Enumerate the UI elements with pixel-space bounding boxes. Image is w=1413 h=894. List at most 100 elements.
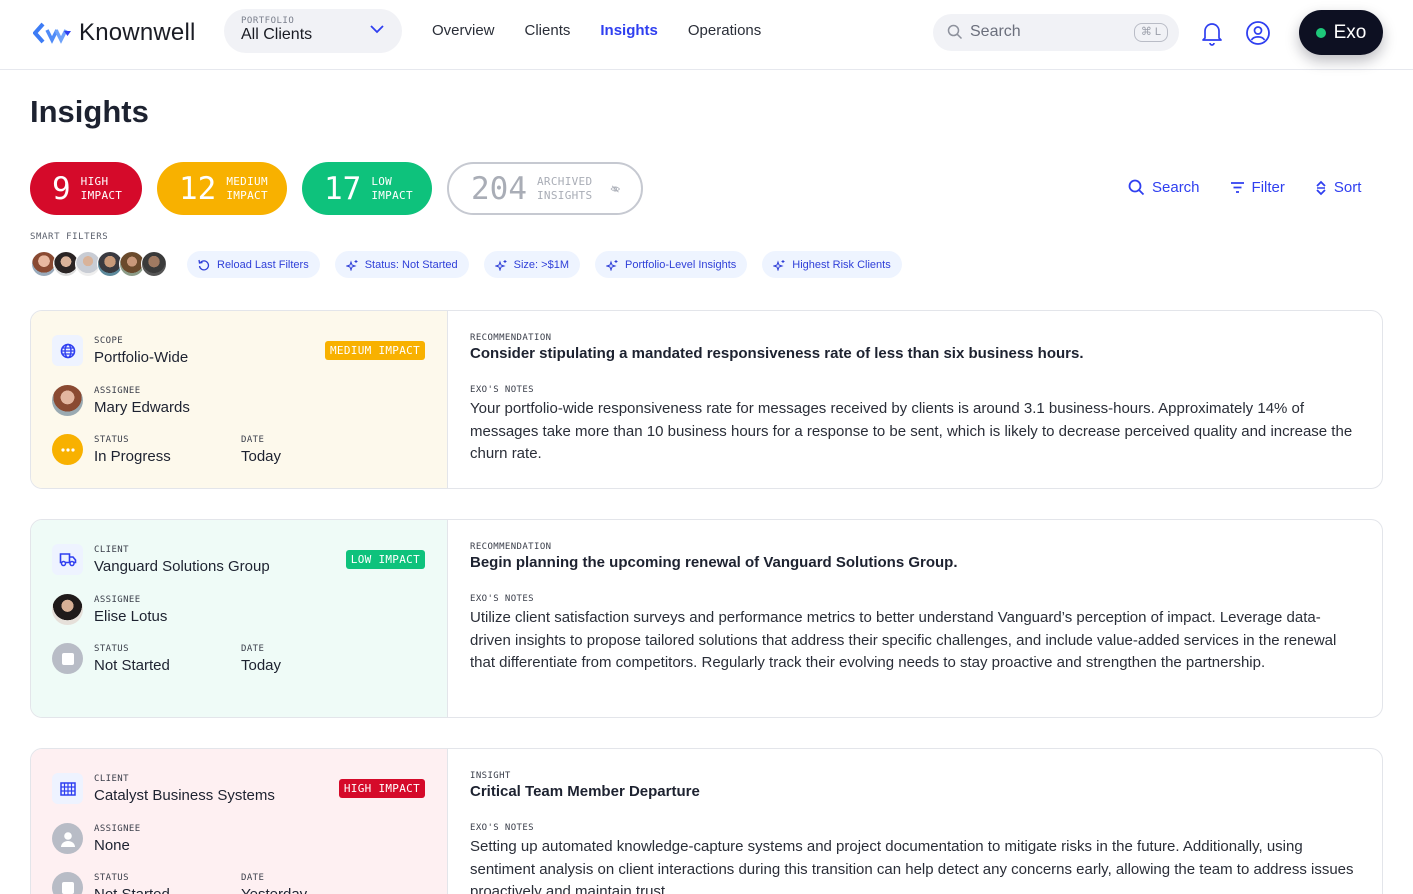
high-impact-pill[interactable]: 9 HIGHIMPACT [30, 162, 142, 215]
archived-count: 204 [471, 171, 527, 207]
in-progress-status-icon [52, 434, 83, 465]
status-label: STATUS [94, 873, 170, 883]
search-shortcut-hint: ⌘ L [1134, 23, 1168, 42]
low-impact-label: LOWIMPACT [371, 175, 413, 203]
nav-operations[interactable]: Operations [688, 22, 761, 39]
medium-impact-pill[interactable]: 12 MEDIUMIMPACT [157, 162, 287, 215]
page-title: Insights [30, 94, 149, 130]
filter-button[interactable]: Filter [1230, 179, 1285, 196]
assignee-label: ASSIGNEE [94, 386, 190, 396]
status-label: STATUS [94, 644, 170, 654]
reload-icon [198, 259, 210, 271]
exo-notes-text: Setting up automated knowledge-capture s… [470, 836, 1360, 894]
assignee-name[interactable]: None [94, 837, 141, 854]
insight-card-meta: CLIENT Vanguard Solutions Group LOW IMPA… [31, 520, 448, 717]
avatar[interactable] [141, 251, 167, 277]
assignee-name[interactable]: Elise Lotus [94, 608, 167, 625]
global-search[interactable]: ⌘ L [933, 14, 1179, 51]
date-label: DATE [241, 435, 281, 445]
medium-impact-label: MEDIUMIMPACT [226, 175, 268, 203]
status-value[interactable]: In Progress [94, 448, 171, 465]
date-label: DATE [241, 873, 307, 883]
recommendation-label: RECOMMENDATION [470, 333, 1360, 343]
globe-icon [60, 343, 76, 359]
low-impact-count: 17 [324, 171, 361, 207]
exo-notes-text: Utilize client satisfaction surveys and … [470, 607, 1360, 675]
scope-label: SCOPE [94, 336, 188, 346]
sparkle-icon [495, 259, 507, 271]
exo-notes-label: EXO'S NOTES [470, 823, 1360, 833]
recommendation-text: Consider stipulating a mandated responsi… [470, 345, 1360, 362]
client-name[interactable]: Vanguard Solutions Group [94, 558, 270, 575]
top-navigation-bar: Knownwell PORTFOLIO All Clients Overview… [0, 0, 1413, 70]
archived-insights-pill[interactable]: 204 ARCHIVEDINSIGHTS [447, 162, 643, 215]
brand-name: Knownwell [79, 19, 196, 47]
nav-insights[interactable]: Insights [600, 22, 658, 39]
smart-filters-label: SMART FILTERS [30, 232, 108, 242]
insight-card[interactable]: CLIENT Catalyst Business Systems HIGH IM… [30, 748, 1383, 894]
eye-off-icon [610, 181, 621, 197]
insight-card-content: INSIGHT Critical Team Member Departure E… [448, 749, 1382, 894]
scope-icon-box [52, 335, 83, 366]
insight-card-meta: SCOPE Portfolio-Wide MEDIUM IMPACT ASSIG… [31, 311, 448, 488]
portfolio-selector[interactable]: PORTFOLIO All Clients [224, 9, 402, 53]
filter-icon [1230, 181, 1245, 194]
chevron-down-icon [370, 24, 384, 34]
search-icon [1128, 179, 1145, 196]
smart-filter-size[interactable]: Size: >$1M [484, 251, 580, 278]
insight-title: Critical Team Member Departure [470, 783, 1360, 800]
insight-card-content: RECOMMENDATION Begin planning the upcomi… [448, 520, 1382, 717]
sparkle-icon [346, 259, 358, 271]
nav-clients[interactable]: Clients [525, 22, 571, 39]
smart-filter-portfolio-level[interactable]: Portfolio-Level Insights [595, 251, 747, 278]
smart-filter-highest-risk[interactable]: Highest Risk Clients [762, 251, 901, 278]
insight-card[interactable]: SCOPE Portfolio-Wide MEDIUM IMPACT ASSIG… [30, 310, 1383, 489]
search-button[interactable]: Search [1128, 179, 1200, 196]
smart-filter-status-not-started[interactable]: Status: Not Started [335, 251, 469, 278]
sort-button[interactable]: Sort [1315, 179, 1362, 196]
insight-card-content: RECOMMENDATION Consider stipulating a ma… [448, 311, 1382, 488]
scope-value: Portfolio-Wide [94, 349, 188, 366]
insight-label: INSIGHT [470, 771, 1360, 781]
brand-logo[interactable]: Knownwell [33, 19, 196, 47]
list-tools: Search Filter Sort [1128, 179, 1361, 196]
insight-card-meta: CLIENT Catalyst Business Systems HIGH IM… [31, 749, 448, 894]
default-user-avatar-icon [52, 823, 83, 854]
status-value[interactable]: Not Started [94, 886, 170, 894]
date-value: Today [241, 448, 281, 465]
global-search-input[interactable] [970, 23, 1120, 41]
impact-badge: LOW IMPACT [346, 550, 425, 569]
scope-label: CLIENT [94, 545, 270, 555]
not-started-status-icon [52, 643, 83, 674]
scope-icon-box [52, 773, 83, 804]
scope-label: CLIENT [94, 774, 275, 784]
exo-label: Exo [1334, 22, 1367, 44]
impact-badge: HIGH IMPACT [339, 779, 425, 798]
nav-overview[interactable]: Overview [432, 22, 495, 39]
date-value: Today [241, 657, 281, 674]
status-value[interactable]: Not Started [94, 657, 170, 674]
search-icon [947, 24, 963, 40]
notifications-bell-icon[interactable] [1200, 20, 1224, 46]
low-impact-pill[interactable]: 17 LOWIMPACT [302, 162, 432, 215]
archived-label: ARCHIVEDINSIGHTS [537, 175, 592, 203]
scope-icon-box [52, 544, 83, 575]
recommendation-text: Begin planning the upcoming renewal of V… [470, 554, 1360, 571]
assignee-name[interactable]: Mary Edwards [94, 399, 190, 416]
insight-card[interactable]: CLIENT Vanguard Solutions Group LOW IMPA… [30, 519, 1383, 718]
date-value: Yesterday [241, 886, 307, 894]
assignee-avatar-filter [31, 251, 163, 277]
user-profile-icon[interactable] [1245, 20, 1271, 46]
truck-icon [59, 552, 77, 567]
exo-status-dot [1316, 28, 1326, 38]
recommendation-label: RECOMMENDATION [470, 542, 1360, 552]
main-nav: Overview Clients Insights Operations [432, 22, 761, 39]
client-name[interactable]: Catalyst Business Systems [94, 787, 275, 804]
exo-assistant-button[interactable]: Exo [1299, 10, 1383, 55]
sparkle-icon [773, 259, 785, 271]
smart-filter-reload[interactable]: Reload Last Filters [187, 251, 320, 278]
smart-filter-chips: Reload Last Filters Status: Not Started … [187, 251, 902, 278]
impact-badge: MEDIUM IMPACT [325, 341, 425, 360]
knownwell-logo-icon [33, 22, 71, 44]
not-started-status-icon [52, 872, 83, 894]
